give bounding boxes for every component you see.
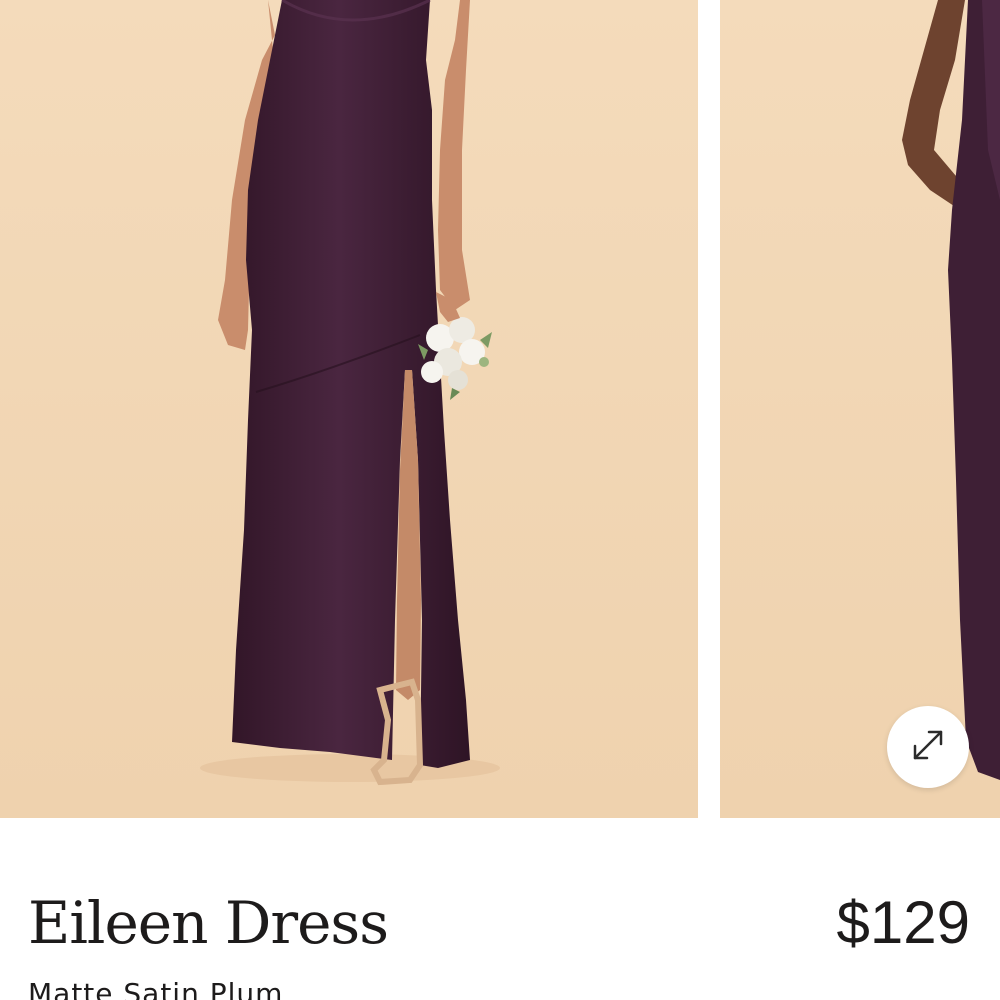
product-price: $129 xyxy=(836,889,970,956)
dress-photo-illustration-2 xyxy=(720,0,1000,818)
product-image-gallery[interactable] xyxy=(0,0,1000,818)
dress-photo-illustration xyxy=(0,0,698,818)
product-name: Eileen Dress xyxy=(28,889,389,957)
product-info: Eileen Dress $129 Matte Satin Plum xyxy=(0,818,1000,1000)
expand-image-button[interactable] xyxy=(887,706,969,788)
product-image-main[interactable] xyxy=(0,0,698,818)
product-variant: Matte Satin Plum xyxy=(28,977,284,1000)
expand-arrows-icon xyxy=(903,720,953,775)
product-page: Eileen Dress $129 Matte Satin Plum xyxy=(0,0,1000,1000)
product-image-secondary[interactable] xyxy=(720,0,1000,818)
